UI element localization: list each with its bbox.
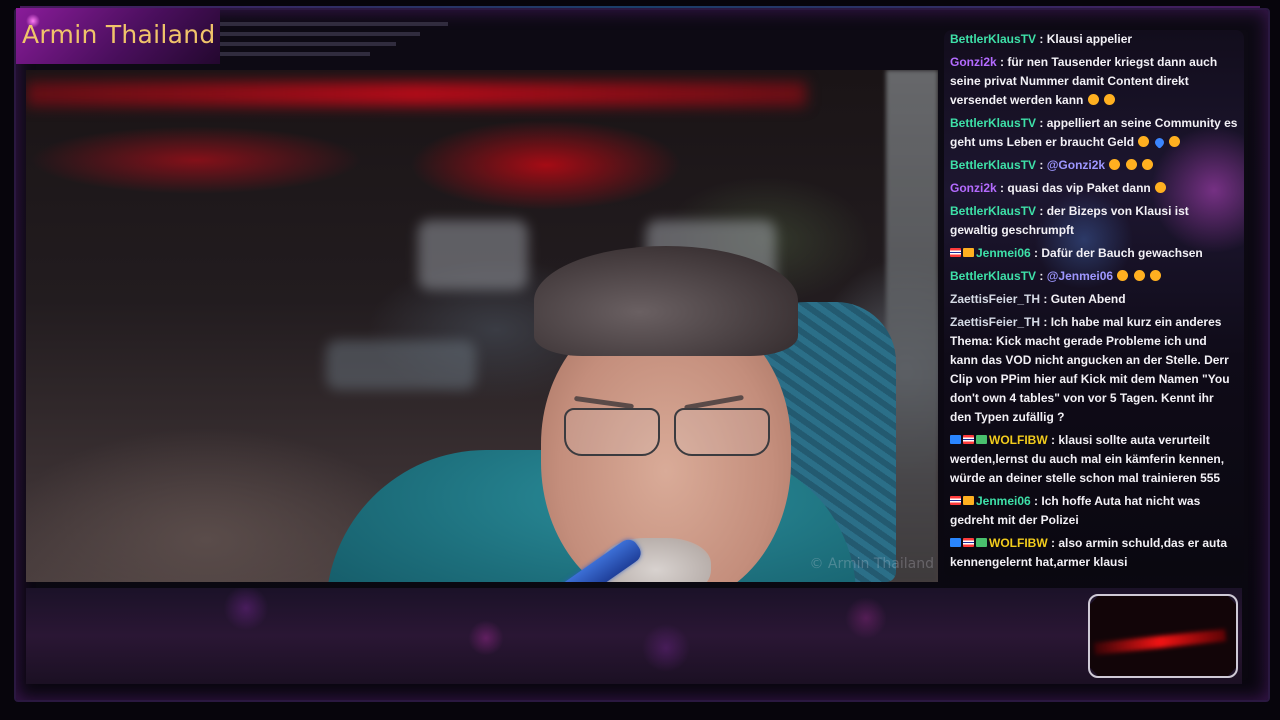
crown-badge	[963, 496, 974, 505]
heart-eyes-emoji	[1169, 136, 1181, 147]
chat-text: Dafür der Bauch gewachsen	[1041, 246, 1203, 260]
heart-eyes-emoji	[1150, 270, 1162, 281]
background-object	[326, 340, 476, 390]
chat-message: Jenmei06 : Dafür der Bauch gewachsen	[950, 244, 1238, 263]
chat-separator: :	[1036, 32, 1047, 46]
chat-message: BettlerKlausTV : @Gonzi2k	[950, 156, 1238, 175]
prime-badge	[950, 435, 961, 444]
heart-eyes-emoji	[1138, 136, 1150, 147]
heart-eyes-emoji	[1117, 270, 1129, 281]
heart-eyes-emoji	[1133, 270, 1145, 281]
chat-separator: :	[1030, 246, 1042, 260]
video-watermark: © Armin Thailand	[809, 556, 934, 572]
chat-separator: :	[1040, 292, 1051, 306]
chat-separator: :	[996, 55, 1008, 69]
chat-username[interactable]: Gonzi2k	[950, 55, 997, 69]
webcam-video: © Armin Thailand	[26, 70, 938, 582]
title-decorative-lines	[220, 22, 448, 62]
heart-eyes-emoji	[1142, 159, 1154, 170]
chat-mention[interactable]: @Gonzi2k	[1047, 158, 1105, 172]
chat-username[interactable]: Jenmei06	[976, 494, 1031, 508]
chat-message: BettlerKlausTV : der Bizeps von Klausi i…	[950, 202, 1238, 240]
thai-flag-badge	[963, 435, 974, 444]
chat-username[interactable]: BettlerKlausTV	[950, 269, 1036, 283]
chat-text: Guten Abend	[1050, 292, 1126, 306]
chat-username[interactable]: BettlerKlausTV	[950, 32, 1036, 46]
chat-message: ZaettisFeier_TH : Ich habe mal kurz ein …	[950, 313, 1238, 427]
chat-text: Klausi appelier	[1046, 32, 1133, 46]
chat-message: WOLFIBW : also armin schuld,das er auta …	[950, 534, 1238, 572]
chat-username[interactable]: BettlerKlausTV	[950, 204, 1036, 218]
chat-message: BettlerKlausTV : Klausi appelier	[950, 30, 1238, 49]
chat-message: Gonzi2k : für nen Tausender kriegst dann…	[950, 53, 1238, 110]
thai-flag-badge	[950, 496, 961, 505]
chat-message: BettlerKlausTV : appelliert an seine Com…	[950, 114, 1238, 152]
chat-username[interactable]: Gonzi2k	[950, 181, 997, 195]
chat-username[interactable]: Jenmei06	[976, 246, 1031, 260]
thai-flag-badge	[963, 538, 974, 547]
chat-username[interactable]: WOLFIBW	[989, 536, 1048, 550]
sub-badge	[976, 538, 987, 547]
stream-title: Armin Thailand	[22, 20, 216, 49]
prime-badge	[950, 538, 961, 547]
chat-separator: :	[1040, 315, 1051, 329]
chat-separator: :	[1036, 158, 1047, 172]
laughing-emoji	[1087, 94, 1099, 105]
chat-separator: :	[1047, 536, 1059, 550]
background-object	[418, 220, 528, 290]
chat-message: ZaettisFeier_TH : Guten Abend	[950, 290, 1238, 309]
chat-text: quasi das vip Paket dann	[1007, 181, 1151, 195]
heart-eyes-emoji	[1155, 182, 1167, 193]
heart-eyes-emoji	[1104, 94, 1116, 105]
chat-username[interactable]: ZaettisFeier_TH	[950, 315, 1040, 329]
secondary-camera-frame	[1088, 594, 1238, 678]
chat-username[interactable]: ZaettisFeier_TH	[950, 292, 1040, 306]
chat-text: Ich habe mal kurz ein anderes Thema: Kic…	[950, 315, 1230, 424]
blue-heart-emoji	[1152, 136, 1166, 149]
chat-overlay: BettlerKlausTV : Klausi appelier Gonzi2k …	[944, 30, 1244, 576]
chat-separator: :	[996, 181, 1008, 195]
chat-message: Gonzi2k : quasi das vip Paket dann	[950, 179, 1238, 198]
chat-separator: :	[1047, 433, 1059, 447]
bottom-decorative-bar	[26, 588, 1242, 684]
chat-message: BettlerKlausTV : @Jenmei06	[950, 267, 1238, 286]
crown-badge	[963, 248, 974, 257]
person-hair	[534, 246, 798, 356]
thai-flag-badge	[950, 248, 961, 257]
chat-message-list: BettlerKlausTV : Klausi appelier Gonzi2k …	[944, 30, 1244, 572]
chat-separator: :	[1036, 269, 1047, 283]
chat-separator: :	[1030, 494, 1042, 508]
sub-badge	[976, 435, 987, 444]
chat-separator: :	[1036, 116, 1047, 130]
heart-eyes-emoji	[1109, 159, 1121, 170]
chat-separator: :	[1036, 204, 1047, 218]
person-glasses	[564, 408, 774, 458]
chat-username[interactable]: WOLFIBW	[989, 433, 1048, 447]
chat-username[interactable]: BettlerKlausTV	[950, 116, 1036, 130]
chat-mention[interactable]: @Jenmei06	[1047, 269, 1113, 283]
chat-message: WOLFIBW : klausi sollte auta verurteilt …	[950, 431, 1238, 488]
background-red-light	[26, 82, 806, 106]
chat-message: Jenmei06 : Ich hoffe Auta hat nicht was …	[950, 492, 1238, 530]
heart-eyes-emoji	[1125, 159, 1137, 170]
chat-username[interactable]: BettlerKlausTV	[950, 158, 1036, 172]
